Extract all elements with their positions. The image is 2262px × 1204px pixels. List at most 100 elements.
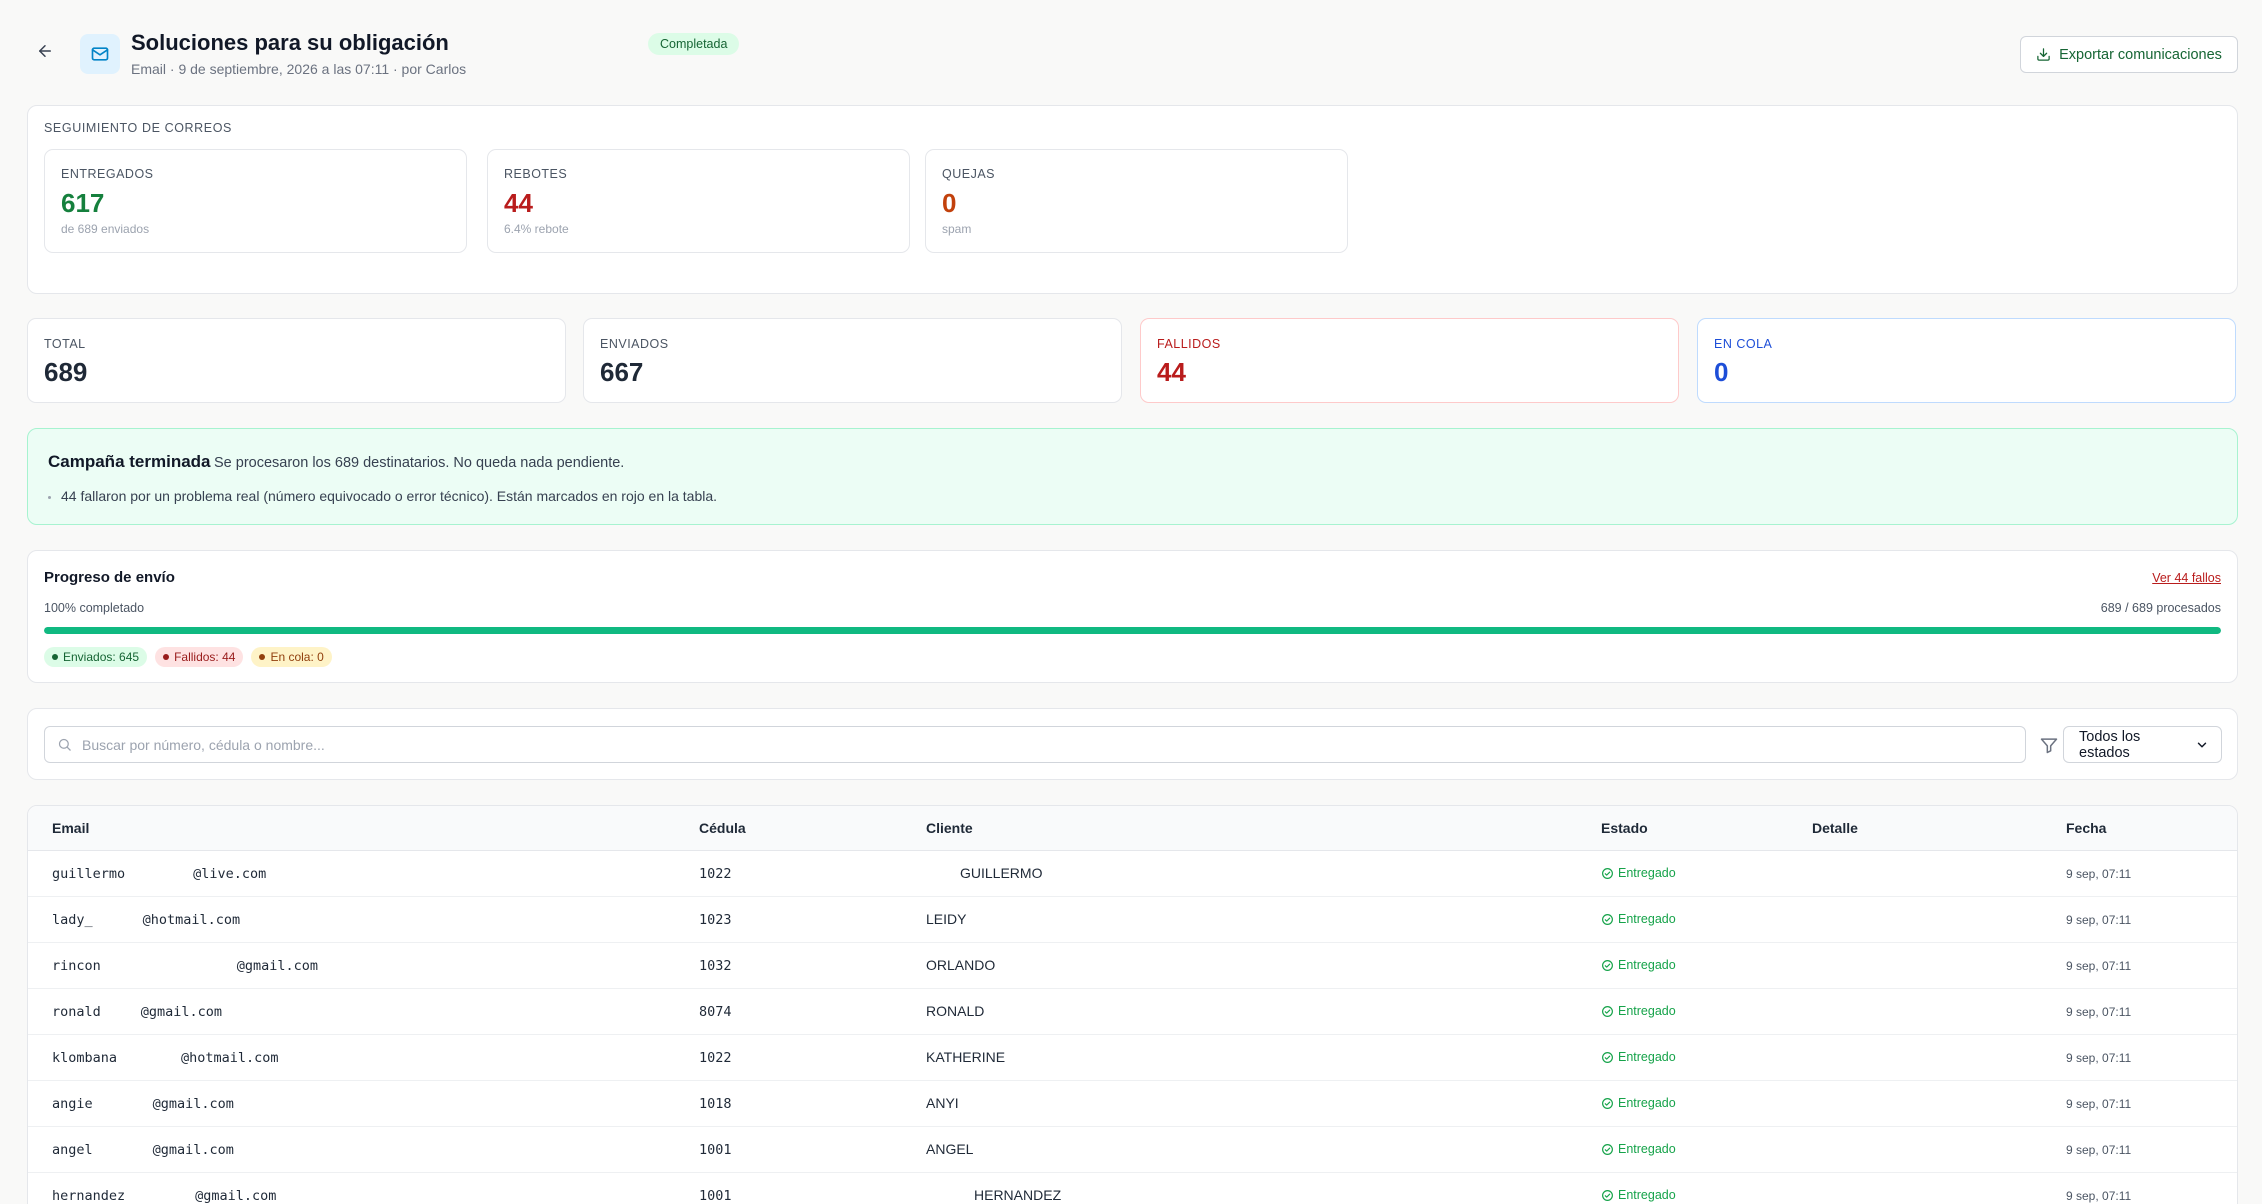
cliente-value: RONALD xyxy=(926,1003,985,1019)
table-row[interactable]: lady_ @hotmail.com 1023 LEIDY Entregado 9 sep… xyxy=(28,896,2237,943)
cliente-value: ORLANDO xyxy=(926,957,996,973)
email-user: angie xyxy=(52,1095,93,1112)
status-filter-select[interactable]: Todos los estados xyxy=(2063,726,2222,763)
chip-queued: En cola: 0 xyxy=(251,647,332,667)
check-circle-icon xyxy=(1602,959,1613,971)
search-input[interactable] xyxy=(82,736,2025,753)
table-row[interactable]: hernandez @gmail.com 1001 HERNANDEZ Entregad… xyxy=(28,1172,2237,1204)
estado-value: Entregado xyxy=(1618,1004,1676,1018)
cell-email: angie @gmail.com xyxy=(28,1080,699,1127)
cell-cedula: 1032 xyxy=(699,942,926,989)
cedula-value: 1001 xyxy=(699,1187,732,1204)
delivered-sub: de 689 enviados xyxy=(61,222,150,236)
table-row[interactable]: ronald @gmail.com 8074 RONALD Entregado 9 sep… xyxy=(28,988,2237,1035)
complaints-sub: spam xyxy=(942,222,972,236)
notice-bullet-text: 44 fallaron por un problema real (número… xyxy=(61,488,718,504)
table-row[interactable]: klombana @hotmail.com 1022 KATHERINE Entrega… xyxy=(28,1034,2237,1081)
status-filter-value: Todos los estados xyxy=(2079,728,2141,761)
view-failures-link[interactable]: Ver 44 fallos xyxy=(2152,571,2221,585)
col-header-detalle[interactable]: Detalle xyxy=(1812,806,2066,851)
chip-sent: Enviados: 645 xyxy=(44,647,148,667)
col-header-cliente[interactable]: Cliente xyxy=(926,806,1601,851)
status-delivered: Entregado xyxy=(1601,1142,1812,1156)
export-button[interactable]: Exportar comunicaciones xyxy=(2020,36,2238,73)
cedula-value: 1022 xyxy=(699,865,732,882)
cell-cliente: ANYI xyxy=(926,1080,1601,1127)
estado-value: Entregado xyxy=(1618,1188,1676,1202)
status-badge: Completada xyxy=(648,33,740,55)
check-circle-icon xyxy=(1602,1097,1613,1109)
col-header-cedula[interactable]: Cédula xyxy=(699,806,926,851)
table-row[interactable]: angie @gmail.com 1018 ANYI Entregado 9 sep, 0… xyxy=(28,1080,2237,1127)
col-header-email[interactable]: Email xyxy=(28,806,699,851)
estado-value: Entregado xyxy=(1618,958,1676,972)
fecha-value: 9 sep, 07:11 xyxy=(2066,1097,2132,1111)
cell-fecha: 9 sep, 07:11 xyxy=(2066,942,2237,989)
email-domain: @gmail.com xyxy=(152,1141,234,1158)
cell-fecha: 9 sep, 07:11 xyxy=(2066,988,2237,1035)
cell-email: ronald @gmail.com xyxy=(28,988,699,1035)
cell-fecha: 9 sep, 07:11 xyxy=(2066,1172,2237,1204)
bounces-card: REBOTES 44 6.4% rebote xyxy=(487,149,910,253)
cedula-value: 1032 xyxy=(699,957,732,974)
chip-dot xyxy=(163,654,170,660)
table-row[interactable]: guillermo @live.com 1022 GUILLERMO Entregado… xyxy=(28,850,2237,897)
status-delivered: Entregado xyxy=(1601,1004,1812,1018)
cell-cedula: 1001 xyxy=(699,1172,926,1204)
progress-title: Progreso de envío xyxy=(44,569,175,586)
cell-estado: Entregado xyxy=(1601,850,1812,897)
table-row[interactable]: angel @gmail.com 1001 ANGEL Entregado 9 sep, … xyxy=(28,1126,2237,1173)
export-button-label: Exportar comunicaciones xyxy=(2059,46,2222,63)
cell-detalle xyxy=(1812,1034,2066,1081)
cell-cliente: KATHERINE xyxy=(926,1034,1601,1081)
cell-detalle xyxy=(1812,988,2066,1035)
cedula-value: 1001 xyxy=(699,1141,732,1158)
total-value: 689 xyxy=(44,357,88,387)
col-header-estado[interactable]: Estado xyxy=(1601,806,1812,851)
cell-cliente: ANGEL xyxy=(926,1126,1601,1173)
cell-cliente: HERNANDEZ xyxy=(926,1172,1601,1204)
search-box[interactable] xyxy=(44,726,2026,763)
progress-percent: 100% completado xyxy=(44,601,145,615)
page-title: Soluciones para su obligación xyxy=(131,30,449,55)
complaints-value: 0 xyxy=(942,188,957,218)
cell-detalle xyxy=(1812,1126,2066,1173)
fecha-value: 9 sep, 07:11 xyxy=(2066,1005,2132,1019)
email-domain: @gmail.com xyxy=(152,1095,234,1112)
progress-chips: Enviados: 645 Fallidos: 44 En cola: 0 xyxy=(44,647,332,667)
cliente-value: GUILLERMO xyxy=(960,865,1043,881)
progress-count: 689 / 689 procesados xyxy=(2100,601,2221,615)
cell-email: klombana @hotmail.com xyxy=(28,1034,699,1081)
back-button[interactable] xyxy=(30,36,60,66)
fecha-value: 9 sep, 07:11 xyxy=(2066,913,2132,927)
chip-queued-label: En cola: 0 xyxy=(270,650,324,664)
progress-bar-fill xyxy=(44,627,2221,634)
bounces-value: 44 xyxy=(504,188,533,218)
email-user: ronald xyxy=(52,1003,101,1020)
communications-table: Email Cédula Cliente Estado Detalle Fech… xyxy=(27,805,2238,1204)
cell-cedula: 1001 xyxy=(699,1126,926,1173)
cell-email: lady_ @hotmail.com xyxy=(28,896,699,943)
status-delivered: Entregado xyxy=(1601,958,1812,972)
check-circle-icon xyxy=(1602,1189,1613,1201)
email-user: hernandez xyxy=(52,1187,126,1204)
email-domain: @gmail.com xyxy=(140,1003,223,1020)
check-circle-icon xyxy=(1602,913,1613,925)
col-header-fecha[interactable]: Fecha xyxy=(2066,806,2237,851)
email-user: rincon xyxy=(52,957,101,974)
email-domain: @gmail.com xyxy=(195,1187,277,1204)
cell-fecha: 9 sep, 07:11 xyxy=(2066,1080,2237,1127)
cedula-value: 8074 xyxy=(699,1003,732,1020)
estado-value: Entregado xyxy=(1618,866,1676,880)
cell-estado: Entregado xyxy=(1601,942,1812,989)
delivered-card: ENTREGADOS 617 de 689 enviados xyxy=(44,149,467,253)
fecha-value: 9 sep, 07:11 xyxy=(2066,959,2132,973)
queued-value: 0 xyxy=(1714,357,1729,387)
status-delivered: Entregado xyxy=(1601,912,1812,926)
cell-detalle xyxy=(1812,1172,2066,1204)
cell-email: rincon @gmail.com xyxy=(28,942,699,989)
page-subtitle: Email · 9 de septiembre, 2026 a las 07:1… xyxy=(131,61,467,77)
cell-cliente: ORLANDO xyxy=(926,942,1601,989)
failed-value: 44 xyxy=(1157,357,1186,387)
table-row[interactable]: rincon @gmail.com 1032 ORLANDO Entregado 9 se… xyxy=(28,942,2237,989)
